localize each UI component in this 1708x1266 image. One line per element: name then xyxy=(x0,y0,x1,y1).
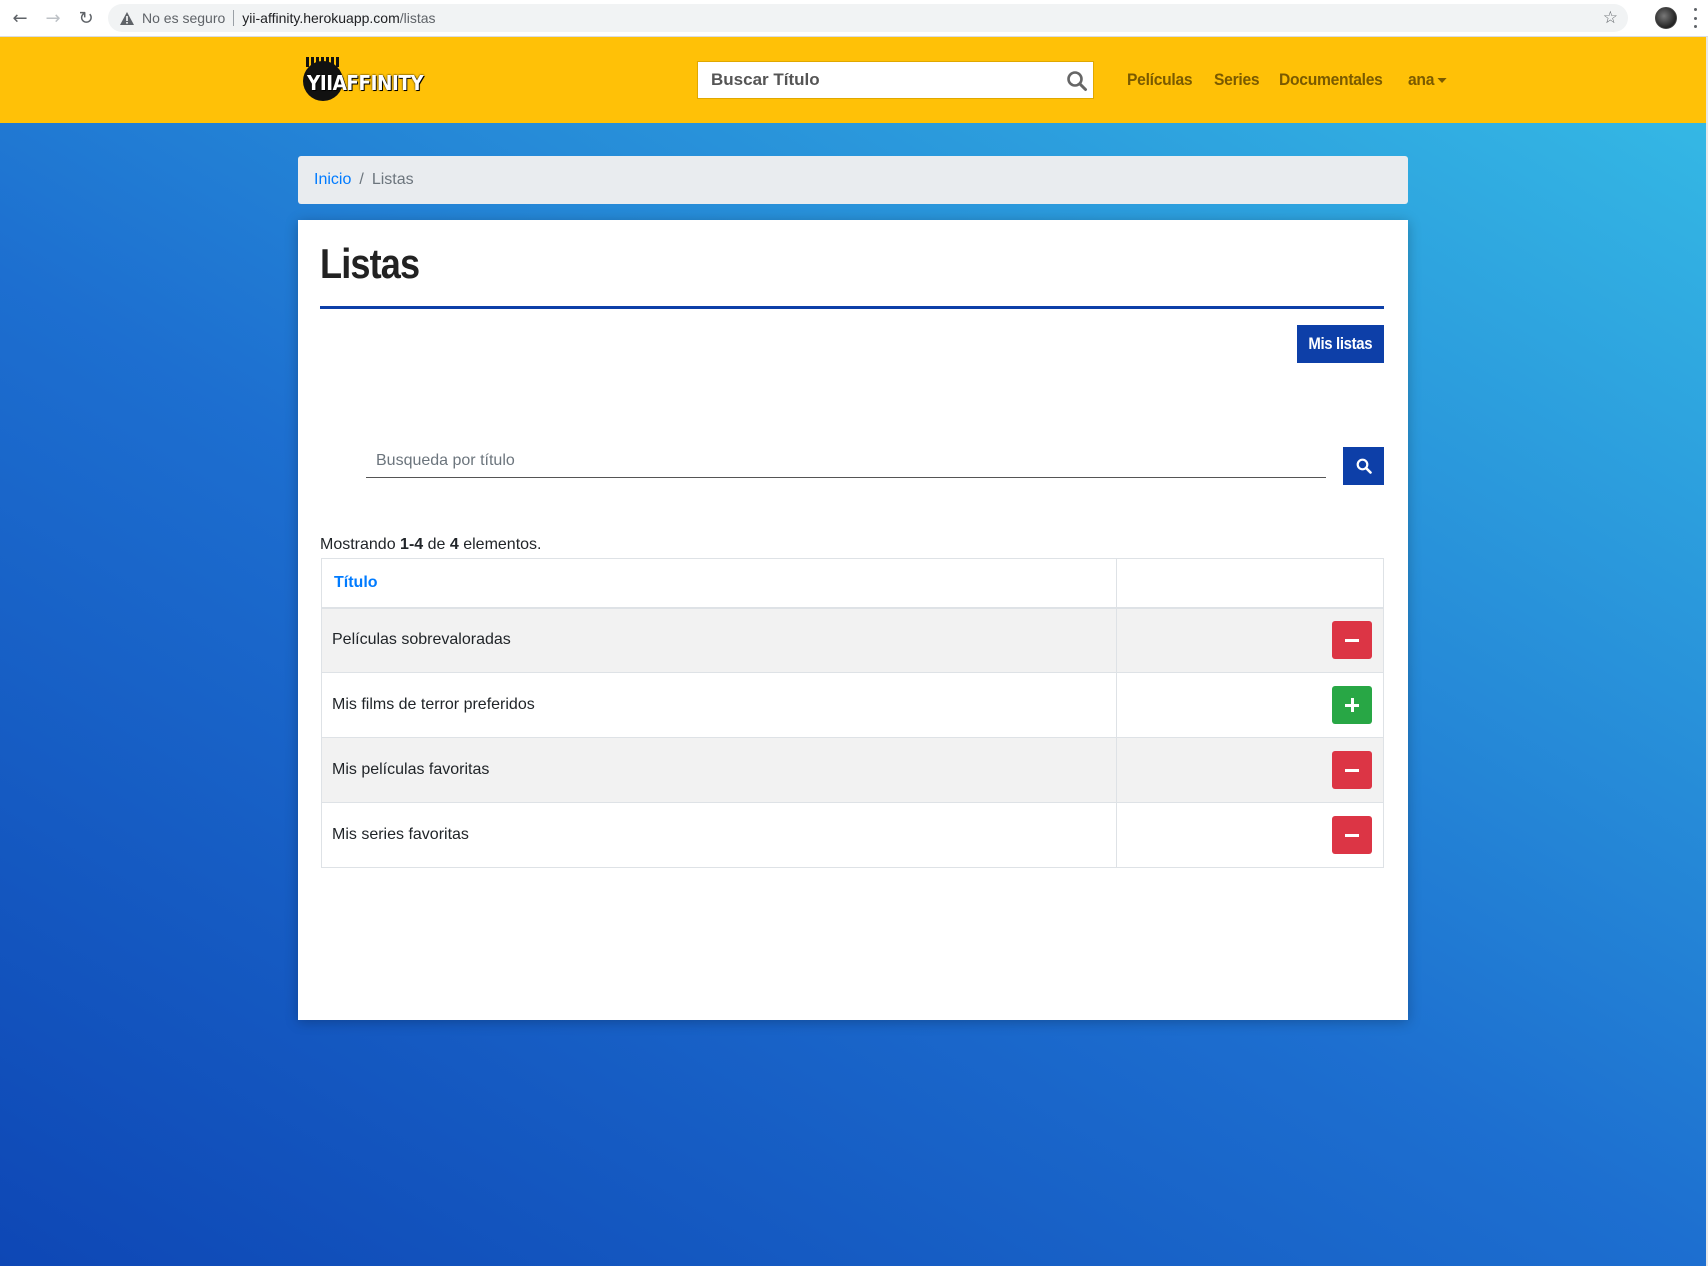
nav-links: Películas Series Documentales ana xyxy=(1127,67,1466,93)
caret-down-icon xyxy=(1437,77,1447,83)
title-search-input[interactable] xyxy=(709,64,1053,96)
my-lists-button[interactable]: Mis listas xyxy=(1297,325,1384,363)
table-row: Mis series favoritas xyxy=(321,802,1384,868)
site-logo[interactable]: YIIAFFINITY xyxy=(303,57,433,103)
bookmark-star-icon[interactable]: ☆ xyxy=(1603,8,1618,28)
remove-list-button[interactable] xyxy=(1332,621,1372,660)
table-row: Películas sobrevaloradas xyxy=(321,607,1384,673)
summary-prefix: Mostrando xyxy=(320,536,401,553)
url-host: yii-affinity.herokuapp.com xyxy=(242,10,400,26)
minus-icon xyxy=(1345,763,1359,777)
title-underline xyxy=(320,306,1384,309)
content-card: Listas Mis listas Mostrando 1-4 de 4 ele… xyxy=(298,220,1408,1020)
page-title: Listas xyxy=(320,240,420,287)
not-secure-label: No es seguro xyxy=(142,10,226,26)
user-name: ana xyxy=(1407,70,1435,89)
summary-mid: de xyxy=(423,536,450,553)
search-icon[interactable] xyxy=(1066,70,1088,92)
summary-total: 4 xyxy=(449,536,459,553)
table-row: Mis films de terror preferidos xyxy=(321,672,1384,738)
list-title: Películas sobrevaloradas xyxy=(321,607,1117,673)
url-path: /listas xyxy=(399,10,436,26)
navbar-search xyxy=(697,61,1094,99)
summary-suffix: elementos. xyxy=(458,536,542,553)
remove-list-button[interactable] xyxy=(1332,751,1372,789)
page-viewport: YIIAFFINITY Películas Series Documentale… xyxy=(0,37,1706,1266)
minus-icon xyxy=(1345,633,1359,647)
column-header-actions xyxy=(1116,558,1384,609)
plus-icon xyxy=(1345,698,1359,712)
search-icon xyxy=(1356,458,1372,474)
nav-link-documentales[interactable]: Documentales xyxy=(1279,70,1383,90)
logo-text: YIIAFFINITY xyxy=(307,71,424,95)
browser-menu-icon[interactable] xyxy=(1692,8,1698,28)
list-search-input[interactable] xyxy=(366,445,1326,478)
warning-icon[interactable] xyxy=(120,11,134,25)
address-bar[interactable]: No es seguro yii-affinity.herokuapp.com /… xyxy=(108,4,1628,32)
row-actions xyxy=(1116,737,1384,803)
summary-range: 1-4 xyxy=(400,536,424,553)
breadcrumb-divider: / xyxy=(359,171,364,188)
my-lists-label: Mis listas xyxy=(1308,334,1373,353)
arrow-right-icon[interactable]: → xyxy=(41,6,65,30)
list-title: Mis películas favoritas xyxy=(321,737,1117,803)
row-actions xyxy=(1116,607,1384,673)
nav-link-series[interactable]: Series xyxy=(1214,70,1260,90)
lists-table: Título Películas sobrevaloradas Mis film… xyxy=(321,558,1384,868)
breadcrumb-home-link[interactable]: Inicio xyxy=(314,171,351,189)
nav-link-peliculas[interactable]: Películas xyxy=(1127,70,1193,90)
sort-by-title-link[interactable]: Título xyxy=(334,574,378,591)
results-summary: Mostrando 1-4 de 4 elementos. xyxy=(320,536,541,554)
column-header-title: Título xyxy=(321,558,1117,609)
row-actions xyxy=(1116,802,1384,868)
minus-icon xyxy=(1345,828,1359,842)
reload-icon[interactable]: ↻ xyxy=(74,6,98,30)
row-actions xyxy=(1116,672,1384,738)
remove-list-button[interactable] xyxy=(1332,816,1372,854)
list-search-button[interactable] xyxy=(1343,447,1384,485)
list-title: Mis series favoritas xyxy=(321,802,1117,868)
site-navbar: YIIAFFINITY Películas Series Documentale… xyxy=(0,37,1706,123)
user-menu[interactable]: ana xyxy=(1408,70,1447,90)
table-header-row: Título xyxy=(321,558,1384,609)
add-list-button[interactable] xyxy=(1332,686,1372,724)
address-divider xyxy=(233,10,235,26)
profile-avatar-icon[interactable] xyxy=(1655,7,1677,29)
breadcrumb: Inicio / Listas xyxy=(298,156,1408,204)
arrow-left-icon[interactable]: ← xyxy=(8,6,32,30)
breadcrumb-current: Listas xyxy=(371,171,414,188)
browser-toolbar: ← → ↻ No es seguro yii-affinity.herokuap… xyxy=(0,0,1708,37)
list-title: Mis films de terror preferidos xyxy=(321,672,1117,738)
table-row: Mis películas favoritas xyxy=(321,737,1384,803)
